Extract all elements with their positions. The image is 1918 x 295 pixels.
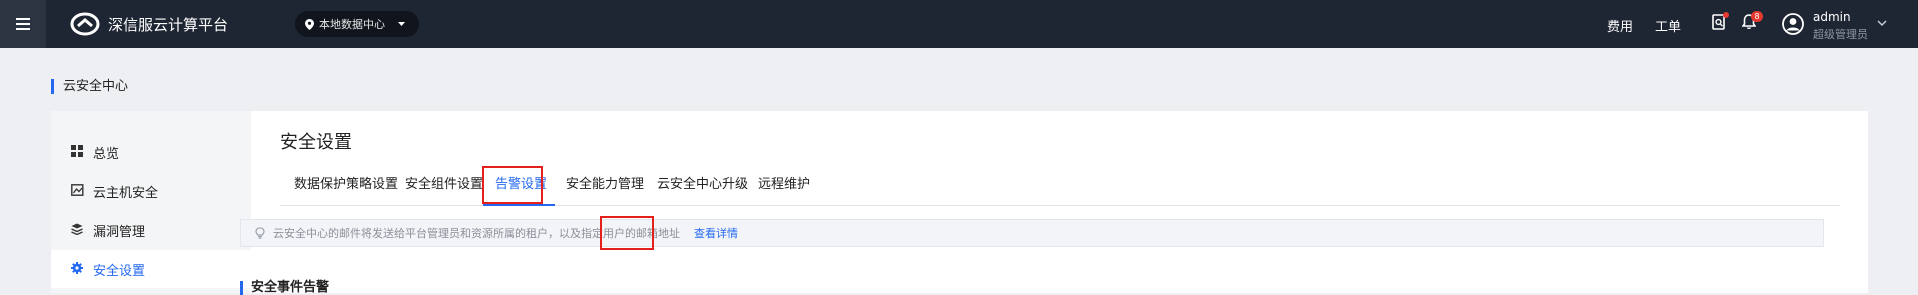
- hamburger-icon: [16, 18, 30, 30]
- user-avatar-icon[interactable]: [1782, 13, 1804, 35]
- active-tab-indicator: [483, 204, 555, 206]
- logo-icon: [70, 12, 100, 36]
- user-name[interactable]: admin: [1813, 10, 1851, 24]
- sidebar-item-vulnerability[interactable]: 漏洞管理: [51, 211, 251, 249]
- sidebar-item-label: 云主机安全: [93, 185, 159, 201]
- tab-data-protection[interactable]: 数据保护策略设置: [294, 165, 398, 205]
- notice-bar: 云安全中心的邮件将发送给平台管理员和资源所属的租户，以及指定用户的邮箱地址 查看…: [240, 219, 1824, 247]
- tickets-link[interactable]: 工单: [1655, 16, 1681, 35]
- tab-capability[interactable]: 安全能力管理: [566, 165, 644, 205]
- caret-down-icon: [398, 21, 405, 26]
- notification-button[interactable]: 8: [1741, 11, 1763, 32]
- sidebar-item-label: 安全设置: [93, 263, 146, 279]
- region-label: 本地数据中心: [319, 18, 385, 31]
- sidebar-item-label: 总览: [93, 146, 120, 162]
- sidebar-item-overview[interactable]: 总览: [51, 133, 251, 171]
- brand-title: 深信服云计算平台: [108, 16, 229, 34]
- sidebar-item-security-settings[interactable]: 安全设置: [51, 250, 251, 288]
- tab-components[interactable]: 安全组件设置: [405, 165, 483, 205]
- top-bar: 深信服云计算平台 本地数据中心 费用 工单 8 admin 超级管理员: [0, 0, 1918, 48]
- content-card: 总览 云主机安全 漏洞管理 安全设置 安全设置 数据保护策略设置 安全组件设置 …: [51, 111, 1868, 295]
- location-icon: [305, 18, 314, 30]
- host-icon: [71, 184, 85, 198]
- billing-link[interactable]: 费用: [1607, 16, 1633, 35]
- menu-button[interactable]: [0, 0, 46, 48]
- task-badge-dot: [1723, 12, 1729, 18]
- user-role: 超级管理员: [1813, 28, 1868, 41]
- sidebar-item-host-security[interactable]: 云主机安全: [51, 172, 251, 210]
- tab-remote-maintenance[interactable]: 远程维护: [758, 165, 810, 205]
- link-highlight-box: [600, 216, 654, 250]
- layers-icon: [71, 223, 85, 237]
- lightbulb-icon: [255, 227, 267, 239]
- sidebar: 总览 云主机安全 漏洞管理 安全设置: [51, 111, 251, 293]
- user-menu-chevron-icon[interactable]: [1877, 20, 1887, 27]
- task-button[interactable]: [1712, 12, 1730, 32]
- notification-count-badge: 8: [1751, 11, 1763, 22]
- breadcrumb: 云安全中心: [51, 79, 128, 94]
- region-selector[interactable]: 本地数据中心: [295, 11, 419, 37]
- sidebar-item-label: 漏洞管理: [93, 224, 146, 240]
- tab-upgrade[interactable]: 云安全中心升级: [657, 165, 748, 205]
- view-details-link[interactable]: 查看详情: [694, 225, 738, 241]
- page-title: 安全设置: [280, 132, 352, 153]
- gear-icon: [71, 262, 85, 276]
- tab-highlight-box: [482, 166, 543, 204]
- grid-icon: [71, 145, 85, 159]
